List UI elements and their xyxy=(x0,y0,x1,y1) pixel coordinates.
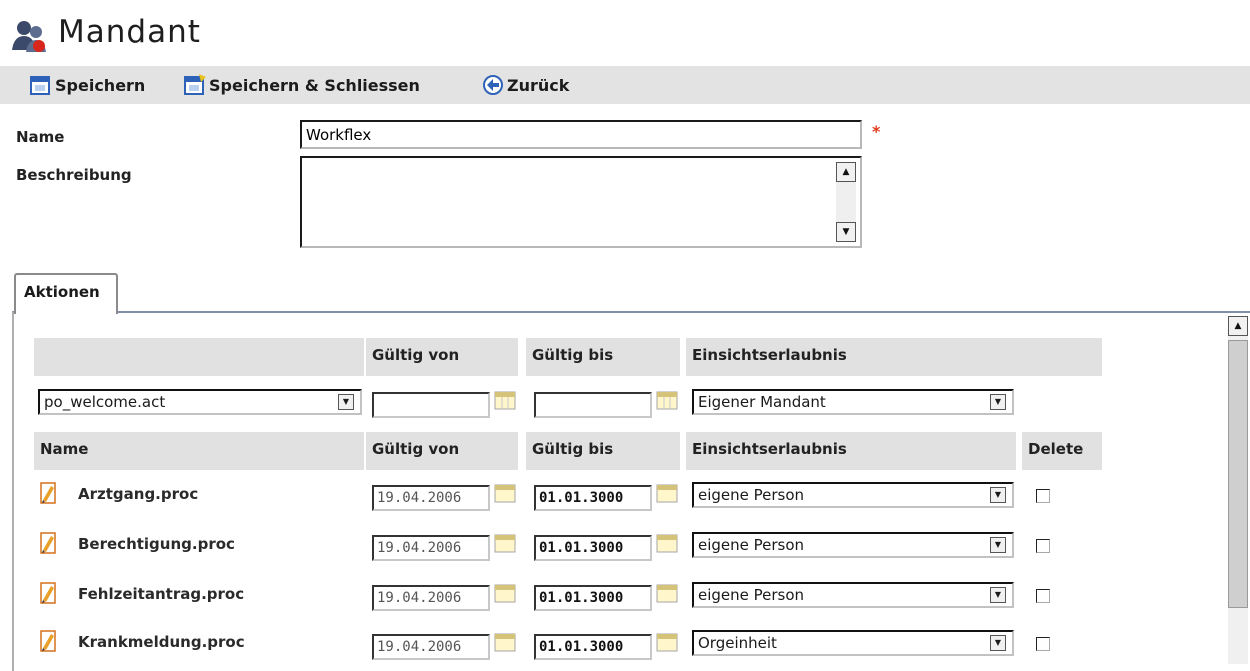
calendar-icon[interactable] xyxy=(656,533,678,553)
required-marker: * xyxy=(872,122,881,141)
save-close-icon xyxy=(184,74,206,95)
row-delete-checkbox[interactable] xyxy=(1036,489,1050,503)
filter-header-valid-to: Gültig bis xyxy=(526,338,680,376)
dropdown-arrow-icon: ▼ xyxy=(990,487,1006,503)
save-close-button[interactable]: Speichern & Schliessen xyxy=(184,66,420,104)
save-close-label: Speichern & Schliessen xyxy=(209,75,420,95)
dropdown-arrow-icon: ▼ xyxy=(990,587,1006,603)
scroll-down-icon[interactable]: ▼ xyxy=(836,222,856,242)
save-button[interactable]: Speichern xyxy=(30,66,145,104)
row-permission-select[interactable]: eigene Person ▼ xyxy=(692,582,1014,608)
description-label: Beschreibung xyxy=(16,166,132,184)
row-permission-select[interactable]: eigene Person ▼ xyxy=(692,532,1014,558)
calendar-icon[interactable] xyxy=(656,583,678,603)
calendar-icon[interactable] xyxy=(494,583,516,603)
calendar-icon[interactable] xyxy=(494,390,516,410)
row-valid-to[interactable]: 01.01.3000 xyxy=(534,535,652,561)
name-label: Name xyxy=(16,128,65,146)
process-file-icon xyxy=(40,630,56,652)
column-header-valid-from: Gültig von xyxy=(366,432,518,470)
dropdown-arrow-icon: ▼ xyxy=(990,537,1006,553)
page-title: Mandant xyxy=(58,14,201,50)
calendar-icon[interactable] xyxy=(656,390,678,410)
scroll-up-icon[interactable]: ▲ xyxy=(836,162,856,182)
column-header-permission: Einsichtserlaubnis xyxy=(686,432,1016,470)
row-delete-checkbox[interactable] xyxy=(1036,539,1050,553)
filter-header-blank xyxy=(34,338,364,376)
row-valid-from[interactable]: 19.04.2006 xyxy=(372,535,490,561)
row-valid-from[interactable]: 19.04.2006 xyxy=(372,585,490,611)
row-name: Berechtigung.proc xyxy=(78,535,235,553)
column-header-delete: Delete xyxy=(1022,432,1102,470)
dropdown-arrow-icon: ▼ xyxy=(338,394,354,410)
action-select[interactable]: po_welcome.act ▼ xyxy=(38,389,362,415)
save-label: Speichern xyxy=(55,75,146,95)
calendar-icon[interactable] xyxy=(656,483,678,503)
name-input[interactable] xyxy=(300,120,862,149)
row-name: Fehlzeitantrag.proc xyxy=(78,585,245,603)
back-arrow-icon xyxy=(483,75,503,95)
window-title-bar: Mandant xyxy=(0,0,1250,66)
toolbar: Speichern Speichern & Schliessen Zurück xyxy=(0,66,1250,104)
back-button[interactable]: Zurück xyxy=(482,66,569,104)
description-scrollbar[interactable]: ▲ ▼ xyxy=(836,162,856,242)
save-icon xyxy=(30,76,50,95)
permission-filter-select[interactable]: Eigener Mandant ▼ xyxy=(692,389,1014,415)
client-users-icon xyxy=(12,21,46,52)
description-textarea[interactable]: ▲ ▼ xyxy=(300,156,862,248)
row-delete-checkbox[interactable] xyxy=(1036,637,1050,651)
dropdown-arrow-icon: ▼ xyxy=(990,635,1006,651)
row-permission-select[interactable]: Orgeinheit ▼ xyxy=(692,630,1014,656)
row-name: Krankmeldung.proc xyxy=(78,633,245,651)
scroll-up-icon[interactable]: ▲ xyxy=(1228,316,1248,336)
row-permission-select[interactable]: eigene Person ▼ xyxy=(692,482,1014,508)
calendar-icon[interactable] xyxy=(494,533,516,553)
row-delete-checkbox[interactable] xyxy=(1036,589,1050,603)
filter-valid-from-input[interactable] xyxy=(372,392,490,418)
row-valid-to[interactable]: 01.01.3000 xyxy=(534,585,652,611)
calendar-icon[interactable] xyxy=(656,632,678,652)
calendar-icon[interactable] xyxy=(494,632,516,652)
row-valid-from[interactable]: 19.04.2006 xyxy=(372,485,490,511)
filter-valid-to-input[interactable] xyxy=(534,392,652,418)
row-valid-from[interactable]: 19.04.2006 xyxy=(372,634,490,660)
row-valid-to[interactable]: 01.01.3000 xyxy=(534,634,652,660)
column-header-name: Name xyxy=(34,432,364,470)
filter-header-valid-from: Gültig von xyxy=(366,338,518,376)
row-name: Arztgang.proc xyxy=(78,485,199,503)
process-file-icon xyxy=(40,482,56,504)
tab-aktionen[interactable]: Aktionen xyxy=(14,273,118,314)
process-file-icon xyxy=(40,582,56,604)
calendar-icon[interactable] xyxy=(494,483,516,503)
dropdown-arrow-icon: ▼ xyxy=(990,394,1006,410)
process-file-icon xyxy=(40,532,56,554)
scroll-thumb[interactable] xyxy=(1228,340,1248,608)
row-valid-to[interactable]: 01.01.3000 xyxy=(534,485,652,511)
column-header-valid-to: Gültig bis xyxy=(526,432,680,470)
back-label: Zurück xyxy=(507,75,570,95)
filter-header-permission: Einsichtserlaubnis xyxy=(686,338,1102,376)
panel-scrollbar[interactable]: ▲ xyxy=(1228,316,1248,664)
